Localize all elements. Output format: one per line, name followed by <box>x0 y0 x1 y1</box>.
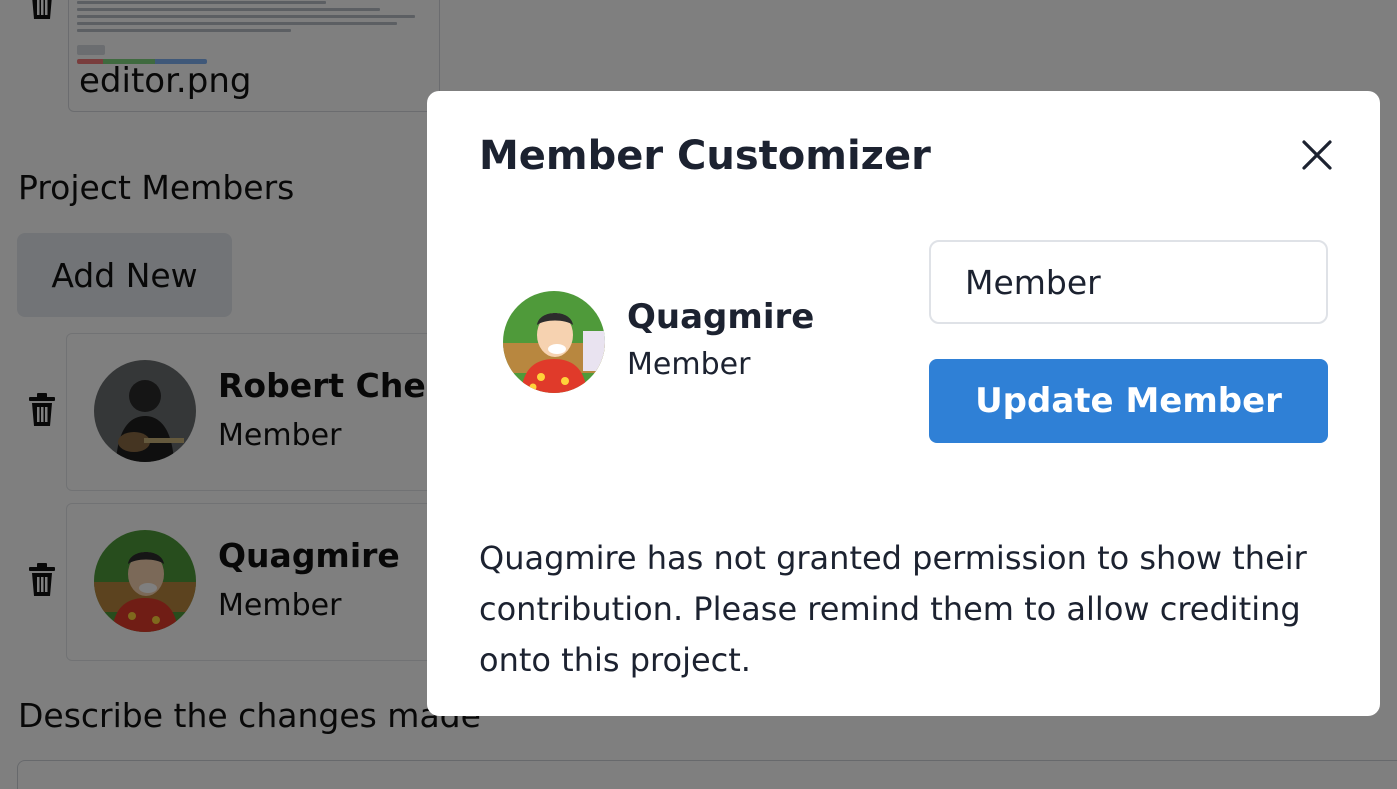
member-name: Quagmire <box>627 297 815 337</box>
modal-title: Member Customizer <box>479 133 931 179</box>
role-input[interactable] <box>929 240 1328 324</box>
member-customizer-modal: Member Customizer Quagmire Member Update… <box>427 91 1380 716</box>
member-role: Member <box>627 347 751 382</box>
cartoon-character-avatar <box>503 291 605 393</box>
close-icon <box>1302 140 1332 170</box>
update-member-button[interactable]: Update Member <box>929 359 1328 443</box>
close-button[interactable] <box>1295 133 1339 177</box>
permission-notice: Quagmire has not granted permission to s… <box>479 539 1307 679</box>
